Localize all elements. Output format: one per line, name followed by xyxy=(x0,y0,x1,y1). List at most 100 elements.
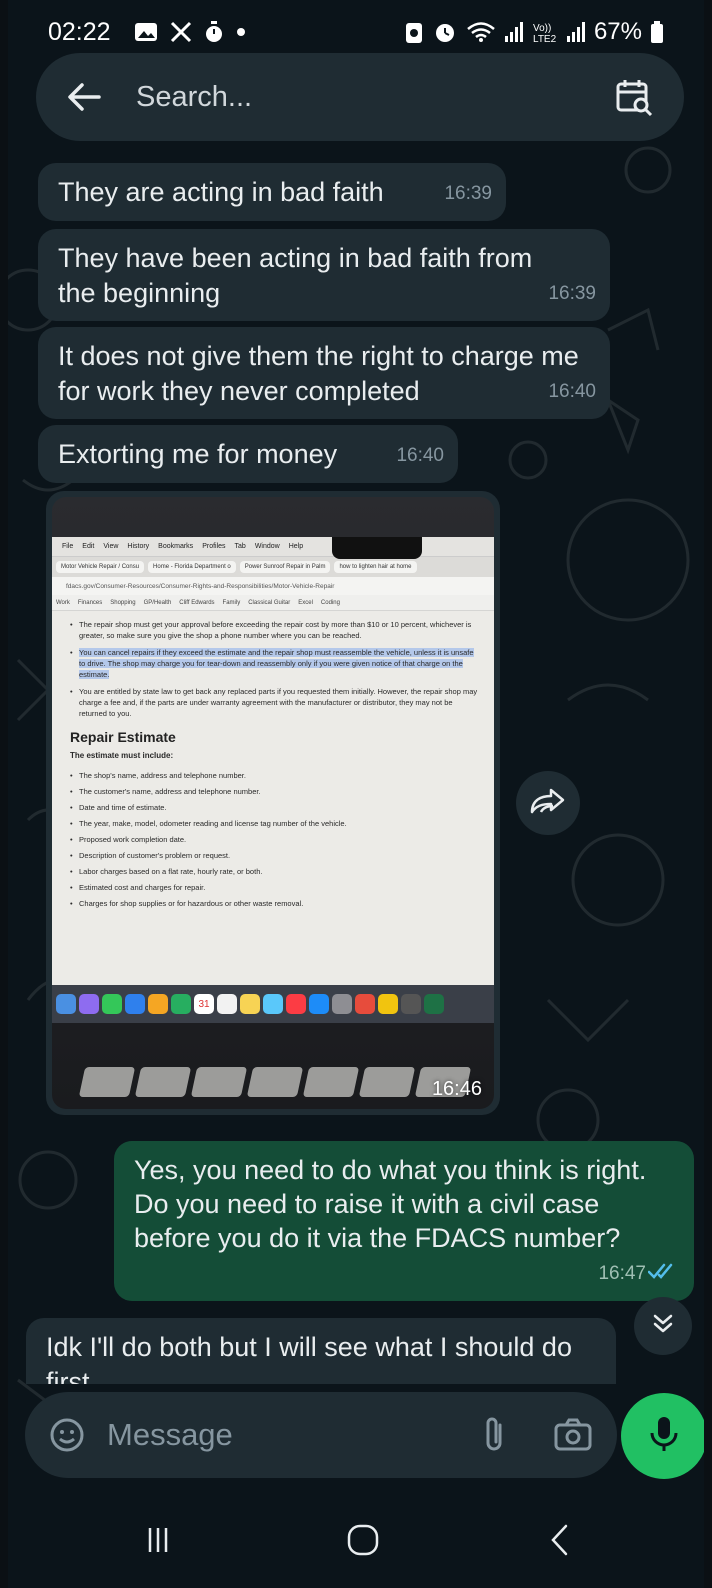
message-text: Idk I'll do both but I will see what I s… xyxy=(46,1332,572,1384)
sticker-emoji-icon[interactable] xyxy=(47,1415,87,1455)
photo-menubar: File Edit View History Bookmarks Profile… xyxy=(52,537,494,557)
scroll-to-bottom-button[interactable] xyxy=(634,1297,692,1355)
message-composer: Message xyxy=(25,1392,617,1478)
image-message-time: 16:46 xyxy=(431,1078,482,1100)
photo-doc-estimate-item: The year, make, model, odometer reading … xyxy=(70,818,480,829)
photo-key xyxy=(246,1067,304,1097)
message-bubble-incoming[interactable]: It does not give them the right to charg… xyxy=(38,327,610,419)
photo-doc-heading: Repair Estimate xyxy=(70,729,176,745)
mic-button[interactable] xyxy=(621,1393,704,1479)
calendar-search-icon[interactable] xyxy=(612,75,656,119)
photo-doc-estimate-item: Date and time of estimate. xyxy=(70,802,480,813)
dock-app-icon xyxy=(332,994,352,1014)
message-time: 16:39 xyxy=(548,283,596,304)
photo-doc-highlight: You can cancel repairs if they exceed th… xyxy=(79,648,474,679)
message-bubble-outgoing[interactable]: Yes, you need to do what you think is ri… xyxy=(114,1141,694,1301)
photo-doc-bullet: The repair shop must get your approval b… xyxy=(70,619,480,641)
message-clip: Idk I'll do both but I will see what I s… xyxy=(26,1318,618,1384)
photo-laptop-notch xyxy=(332,537,422,559)
svg-text:Vo)): Vo)) xyxy=(533,23,551,34)
photo-browser-tab: Power Sunroof Repair in Palm xyxy=(239,561,331,573)
photo-mac-dock: 31 xyxy=(52,985,494,1023)
photo-keyboard xyxy=(52,1067,494,1109)
back-arrow-icon[interactable] xyxy=(64,77,104,117)
microphone-icon xyxy=(649,1415,679,1458)
battery-icon xyxy=(650,20,664,44)
system-nav-bar xyxy=(8,1490,704,1588)
photo-key xyxy=(358,1067,416,1097)
paperclip-icon[interactable] xyxy=(473,1413,517,1457)
photo-doc-estimate-item: Charges for shop supplies or for hazardo… xyxy=(70,898,480,909)
photo-menu-item: View xyxy=(103,543,119,550)
dock-app-icon xyxy=(56,994,76,1014)
photo-key xyxy=(78,1067,136,1097)
dock-calendar-icon: 31 xyxy=(194,994,214,1014)
signal-icon xyxy=(504,21,524,43)
message-time: 16:47 xyxy=(598,1263,646,1284)
photo-key xyxy=(190,1067,248,1097)
photo-bookmark: Coding xyxy=(320,599,340,606)
dock-app-icon xyxy=(263,994,283,1014)
photo-menu-item: Tab xyxy=(234,543,246,550)
dock-app-icon xyxy=(309,994,329,1014)
message-text: Yes, you need to do what you think is ri… xyxy=(134,1155,647,1253)
photo-menu-item: Window xyxy=(254,543,280,550)
photo-laptop-screen: File Edit View History Bookmarks Profile… xyxy=(52,537,494,987)
message-bubble-incoming[interactable]: Extorting me for money 16:40 xyxy=(38,425,458,483)
forward-icon xyxy=(529,786,567,821)
recents-button[interactable] xyxy=(128,1510,188,1570)
message-bubble-incoming[interactable]: They have been acting in bad faith from … xyxy=(38,229,610,321)
forward-button[interactable] xyxy=(516,771,580,835)
message-bubble-incoming[interactable]: Idk I'll do both but I will see what I s… xyxy=(26,1318,616,1384)
dot-icon xyxy=(235,26,247,38)
chat-screen: 02:22 Vo)) LTE2 67% Search... They are a… xyxy=(8,0,704,1588)
back-nav-button[interactable] xyxy=(530,1510,590,1570)
photo-doc-bullet: You are entitled by state law to get bac… xyxy=(70,686,480,719)
dock-app-icon xyxy=(378,994,398,1014)
dock-app-icon xyxy=(79,994,99,1014)
photo-browser-tab: Home - Florida Department o xyxy=(148,561,236,573)
photo-browser-tabs: Motor Vehicle Repair / Consu Home - Flor… xyxy=(52,557,494,577)
photo-bookmark: GP/Health xyxy=(143,599,172,606)
photo-bookmark: Classical Guitar xyxy=(248,599,291,606)
photo-key xyxy=(134,1067,192,1097)
photo-doc-subheading: The estimate must include: xyxy=(70,751,174,760)
read-ticks-icon xyxy=(647,1254,678,1289)
chat-search-bar: Search... xyxy=(36,53,684,141)
photo-bookmarks-bar: Work Finances Shopping GP/Health Cliff E… xyxy=(52,595,494,611)
home-button[interactable] xyxy=(333,1510,393,1570)
photo-url-bar: fdacs.gov/Consumer-Resources/Consumer-Ri… xyxy=(52,577,494,595)
photo-menu-item: Profiles xyxy=(202,543,226,550)
photo-doc-bullet-highlighted: You can cancel repairs if they exceed th… xyxy=(70,647,480,680)
message-text: It does not give them the right to charg… xyxy=(58,341,579,406)
photo-key xyxy=(302,1067,360,1097)
dock-app-icon xyxy=(148,994,168,1014)
volte-icon: Vo)) LTE2 xyxy=(532,20,558,44)
photo-document: The repair shop must get your approval b… xyxy=(52,611,494,909)
photo-doc-estimate-item: Description of customer's problem or req… xyxy=(70,850,480,861)
photo-browser-tab: how to lighten hair at home xyxy=(334,561,417,573)
dock-app-icon xyxy=(401,994,421,1014)
photo-menu-item: File xyxy=(62,543,74,550)
photo-bookmark: Shopping xyxy=(110,599,136,606)
camera-icon[interactable] xyxy=(551,1413,595,1457)
search-input[interactable]: Search... xyxy=(136,81,612,114)
message-input[interactable]: Message xyxy=(107,1417,473,1453)
message-time: 16:40 xyxy=(548,381,596,402)
photo-browser-screenshot[interactable]: File Edit View History Bookmarks Profile… xyxy=(52,497,494,1109)
photo-menu-item: Help xyxy=(288,543,304,550)
battery-percent: 67% xyxy=(593,18,642,45)
photo-menu-item: Edit xyxy=(82,543,95,550)
photo-browser-tab: Motor Vehicle Repair / Consu xyxy=(56,561,145,573)
image-message-bubble[interactable]: File Edit View History Bookmarks Profile… xyxy=(46,491,500,1115)
timer-icon xyxy=(203,20,225,44)
photo-doc-estimate-item: Proposed work completion date. xyxy=(70,834,480,845)
gallery-icon xyxy=(133,20,159,44)
photo-doc-estimate-item: Estimated cost and charges for repair. xyxy=(70,882,480,893)
wifi-icon xyxy=(466,20,496,44)
dock-app-icon xyxy=(240,994,260,1014)
dock-app-icon xyxy=(355,994,375,1014)
message-time: 16:39 xyxy=(444,183,492,204)
message-bubble-incoming[interactable]: They are acting in bad faith 16:39 xyxy=(38,163,506,221)
photo-doc-estimate-item: The customer's name, address and telepho… xyxy=(70,786,480,797)
